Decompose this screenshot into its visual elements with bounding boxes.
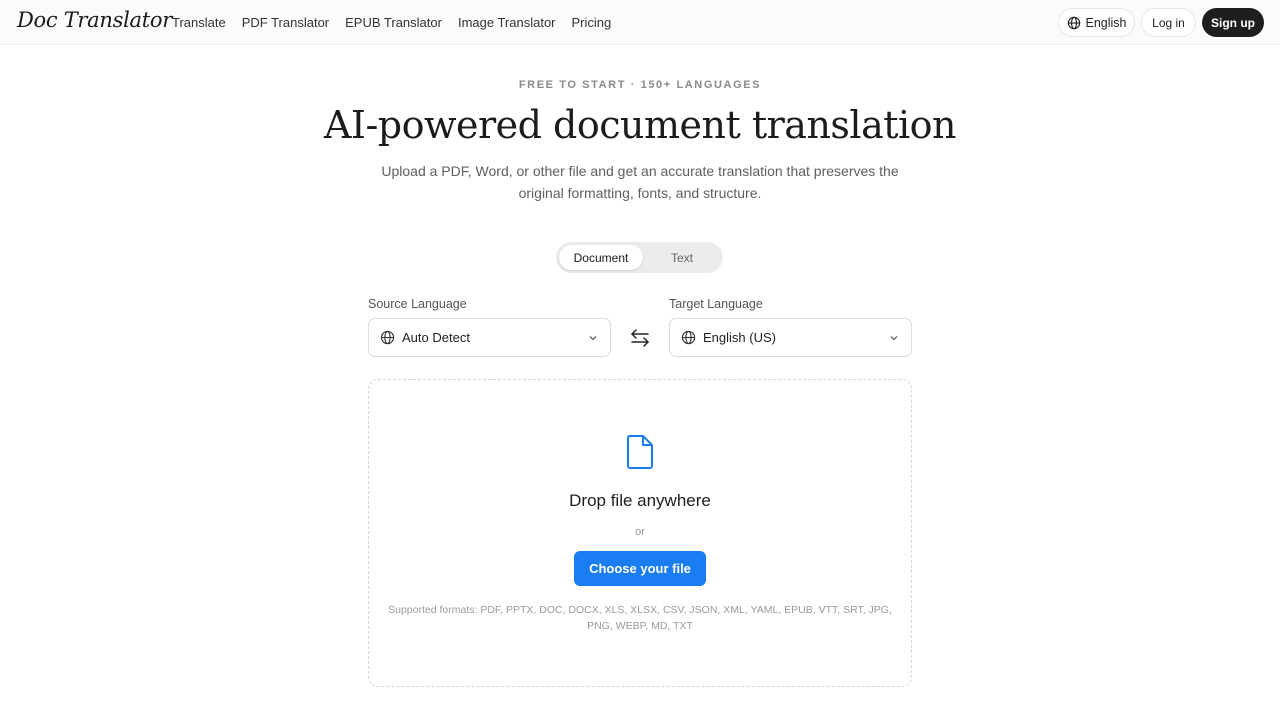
hero-subtitle: Upload a PDF, Word, or other file and ge… — [381, 163, 899, 201]
mode-toggle: Document Text — [556, 242, 723, 273]
nav-pricing[interactable]: Pricing — [572, 15, 612, 30]
nav-epub-translator[interactable]: EPUB Translator — [345, 15, 442, 30]
main-nav: Translate PDF Translator EPUB Translator… — [172, 15, 611, 30]
source-language-select[interactable]: Auto Detect — [368, 318, 611, 357]
globe-icon — [380, 330, 395, 345]
dropzone-or: or — [635, 526, 645, 538]
globe-icon — [1067, 16, 1080, 29]
page-title: AI-powered document translation — [323, 103, 957, 147]
nav-pdf-translator[interactable]: PDF Translator — [242, 15, 329, 30]
file-dropzone[interactable]: Drop file anywhere or Choose your file S… — [368, 379, 912, 687]
dropzone-title: Drop file anywhere — [569, 491, 711, 510]
chevron-down-icon — [589, 336, 597, 341]
nav-translate[interactable]: Translate — [172, 15, 226, 30]
file-icon — [627, 435, 653, 469]
source-language-value: Auto Detect — [402, 330, 470, 345]
chevron-down-icon — [890, 336, 898, 341]
choose-file-button[interactable]: Choose your file — [574, 551, 706, 586]
target-language-select[interactable]: English (US) — [669, 318, 912, 357]
top-header: Doc Translator Translate PDF Translator … — [0, 0, 1280, 45]
target-language-value: English (US) — [703, 330, 776, 345]
login-button[interactable]: Log in — [1141, 8, 1196, 37]
swap-languages-icon[interactable] — [629, 328, 651, 348]
target-language-label: Target Language — [669, 297, 763, 311]
hero-eyebrow: FREE TO START · 150+ LANGUAGES — [518, 79, 762, 91]
language-switcher-button[interactable]: English — [1058, 8, 1135, 37]
tab-document[interactable]: Document — [559, 245, 643, 270]
language-switcher-label: English — [1085, 15, 1127, 30]
tab-text[interactable]: Text — [644, 245, 720, 270]
supported-formats: Supported formats: PDF, PPTX, DOC, DOCX,… — [388, 604, 892, 632]
nav-image-translator[interactable]: Image Translator — [458, 15, 556, 30]
signup-button[interactable]: Sign up — [1202, 8, 1264, 37]
logo[interactable]: Doc Translator — [17, 8, 172, 32]
source-language-label: Source Language — [368, 297, 467, 311]
globe-icon — [681, 330, 696, 345]
